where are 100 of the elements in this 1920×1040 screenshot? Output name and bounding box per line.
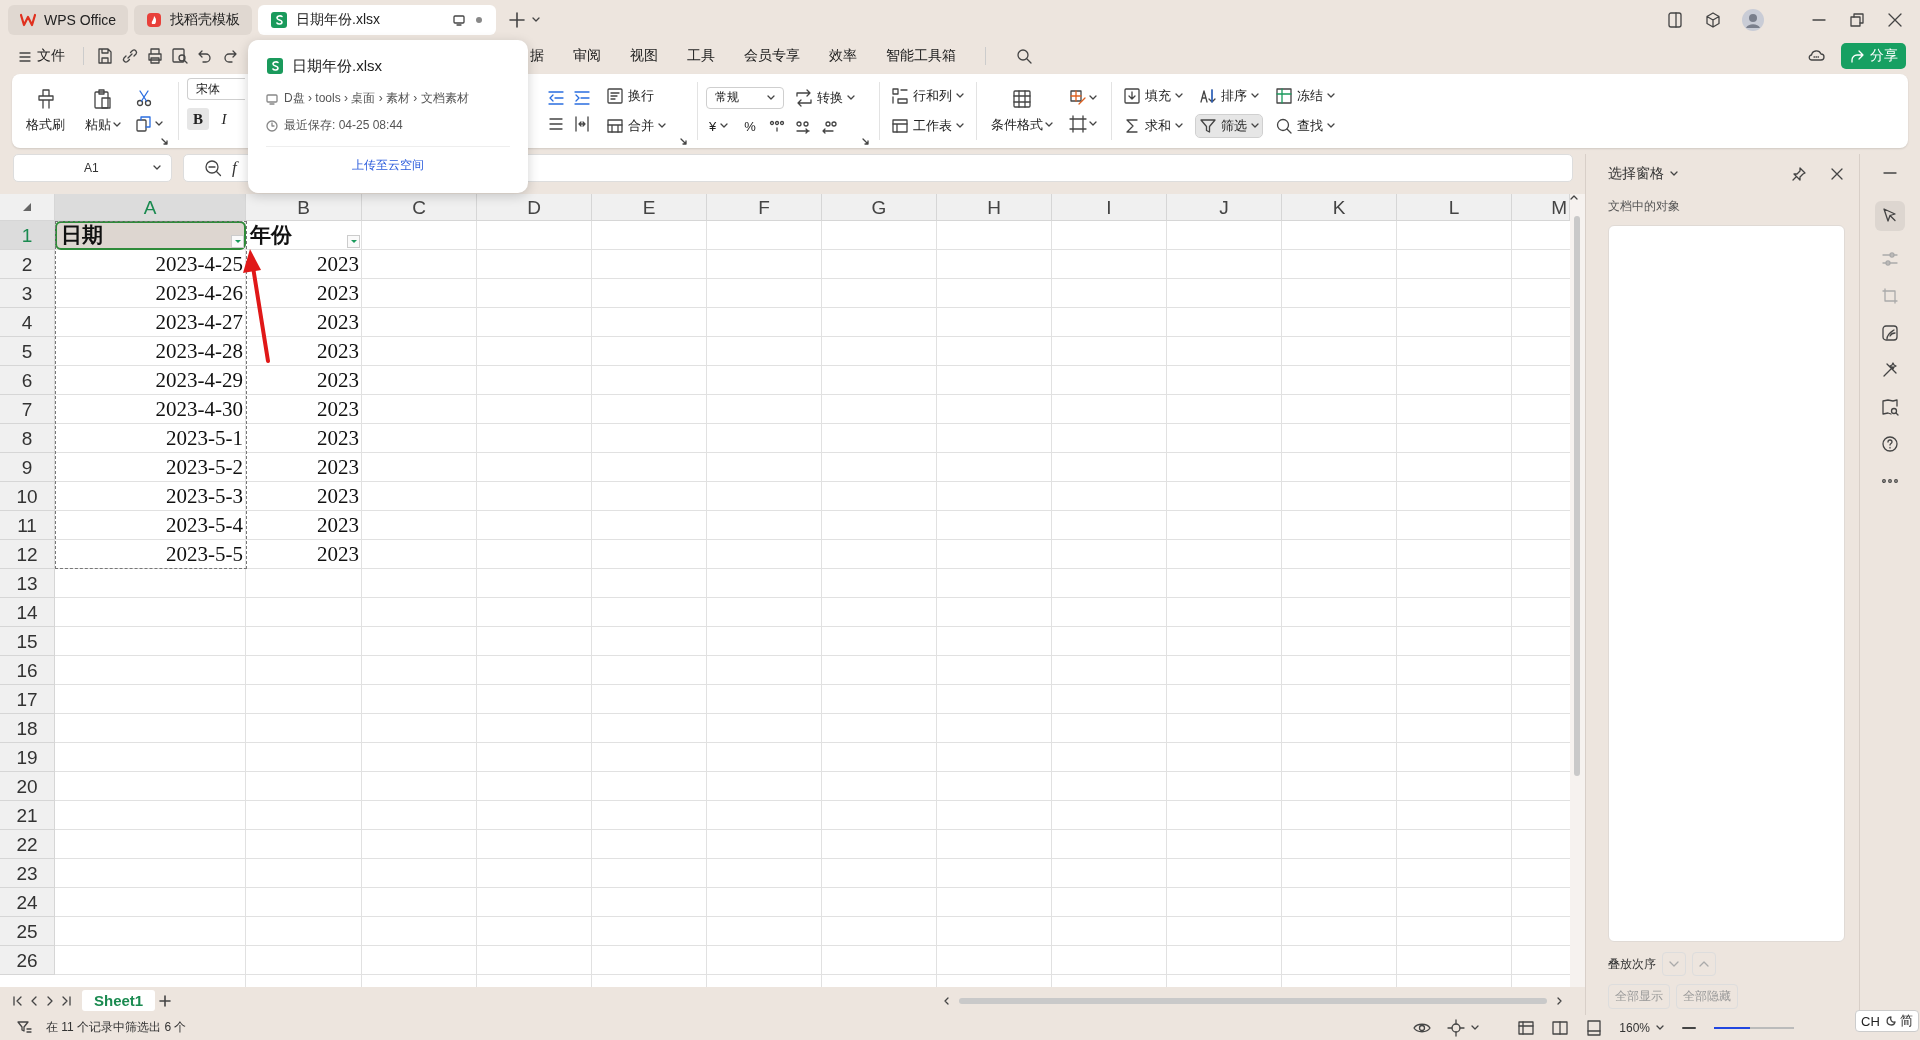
pane-title[interactable]: 选择窗格 xyxy=(1608,165,1664,183)
column-header[interactable]: F xyxy=(707,194,822,221)
normal-view-icon[interactable] xyxy=(1517,1018,1536,1037)
horizontal-scrollbar[interactable] xyxy=(943,995,1563,1006)
column-header[interactable]: B xyxy=(246,194,362,221)
row-header[interactable]: 2 xyxy=(0,250,55,279)
link-icon[interactable] xyxy=(121,47,139,65)
last-sheet-icon[interactable] xyxy=(60,994,72,1007)
add-sheet-icon[interactable] xyxy=(159,994,172,1007)
conditional-format-button[interactable]: 条件格式 xyxy=(985,84,1059,138)
caret-icon[interactable] xyxy=(1471,1023,1480,1032)
save-icon[interactable] xyxy=(96,47,114,65)
caret-icon[interactable] xyxy=(1089,120,1097,128)
decimal-decrease-icon[interactable] xyxy=(820,118,837,134)
row-header[interactable]: 9 xyxy=(0,453,55,482)
ribbon-button[interactable]: 工作表 xyxy=(888,115,967,137)
column-header[interactable]: C xyxy=(362,194,477,221)
caret-icon[interactable] xyxy=(532,16,541,24)
zoom-dropdown[interactable]: 160% xyxy=(1619,1020,1664,1035)
close-icon[interactable] xyxy=(1829,166,1845,182)
row-header[interactable]: 8 xyxy=(0,424,55,453)
row-header[interactable]: 26 xyxy=(0,946,55,975)
caret-icon[interactable] xyxy=(1175,92,1183,100)
menu-tab[interactable]: 效率 xyxy=(829,44,857,68)
menu-tab[interactable]: 视图 xyxy=(630,44,658,68)
indent-icon[interactable] xyxy=(573,89,591,107)
column-header[interactable]: I xyxy=(1052,194,1167,221)
row-header[interactable]: 16 xyxy=(0,656,55,685)
copy-icon[interactable] xyxy=(135,115,153,133)
menu-tab[interactable]: 工具 xyxy=(687,44,715,68)
page-layout-view-icon[interactable] xyxy=(1551,1018,1570,1037)
caret-icon[interactable] xyxy=(113,121,121,129)
column-header[interactable]: M xyxy=(1512,194,1570,221)
ribbon-button[interactable]: 冻结 xyxy=(1272,85,1338,107)
scissors-icon[interactable] xyxy=(135,89,153,107)
ribbon-button[interactable]: 填充 xyxy=(1120,85,1186,107)
menu-tab[interactable]: 据 xyxy=(530,44,544,68)
cube-icon[interactable] xyxy=(1704,11,1722,29)
caret-icon[interactable] xyxy=(767,93,775,102)
border-icon[interactable] xyxy=(1069,115,1087,133)
format-painter-button[interactable]: 格式刷 xyxy=(20,84,71,138)
file-tab[interactable]: 日期年份.xlsx xyxy=(258,5,497,35)
row-header[interactable]: 3 xyxy=(0,279,55,308)
file-menu[interactable]: 文件 xyxy=(14,44,69,68)
row-header[interactable]: 23 xyxy=(0,859,55,888)
caret-icon[interactable] xyxy=(1327,92,1335,100)
row-header[interactable]: 5 xyxy=(0,337,55,366)
caret-icon[interactable] xyxy=(956,122,964,130)
dialog-launcher-icon[interactable] xyxy=(680,138,687,145)
row-header[interactable]: 24 xyxy=(0,888,55,917)
ribbon-button[interactable]: 合并 xyxy=(603,115,669,137)
paste-button[interactable]: 粘贴 xyxy=(79,84,127,138)
cell-style-icon[interactable] xyxy=(1069,89,1087,107)
avatar[interactable] xyxy=(1742,9,1764,31)
row-header[interactable]: 25 xyxy=(0,917,55,946)
column-header[interactable]: J xyxy=(1167,194,1282,221)
plus-icon[interactable] xyxy=(508,11,527,29)
row-header[interactable]: 18 xyxy=(0,714,55,743)
align-justify-icon[interactable] xyxy=(547,115,565,133)
caret-icon[interactable] xyxy=(1089,94,1097,102)
ribbon-button[interactable]: 查找 xyxy=(1272,115,1338,137)
sheet-tab[interactable]: Sheet1 xyxy=(82,990,156,1011)
ime-mode[interactable]: 简 xyxy=(1899,1012,1913,1030)
filter-dropdown-button[interactable] xyxy=(347,235,360,248)
column-header[interactable]: E xyxy=(592,194,707,221)
column-header[interactable]: D xyxy=(477,194,592,221)
row-header[interactable]: 19 xyxy=(0,743,55,772)
row-header[interactable]: 7 xyxy=(0,395,55,424)
caret-icon[interactable] xyxy=(956,92,964,100)
scroll-right-icon[interactable] xyxy=(1555,996,1563,1005)
caret-icon[interactable] xyxy=(153,164,161,172)
caret-icon[interactable] xyxy=(1656,1023,1664,1032)
column-header[interactable]: L xyxy=(1397,194,1512,221)
caret-icon[interactable] xyxy=(1251,122,1259,130)
vertical-scrollbar[interactable] xyxy=(1570,194,1585,987)
scroll-left-icon[interactable] xyxy=(943,996,951,1005)
row-header[interactable]: 10 xyxy=(0,482,55,511)
row-header[interactable]: 6 xyxy=(0,366,55,395)
tools-icon[interactable] xyxy=(1881,361,1899,379)
print-preview-icon[interactable] xyxy=(171,47,189,65)
caret-icon[interactable] xyxy=(1251,92,1259,100)
upload-link[interactable]: 上传至云空间 xyxy=(352,157,424,174)
target-icon[interactable] xyxy=(1447,1018,1466,1037)
zoom-slider[interactable] xyxy=(1714,1026,1794,1029)
decimal-increase-icon[interactable] xyxy=(794,118,811,134)
page-break-view-icon[interactable] xyxy=(1585,1018,1604,1037)
row-header[interactable]: 22 xyxy=(0,830,55,859)
ribbon-button[interactable]: 排序 xyxy=(1196,85,1262,107)
row-header[interactable]: 20 xyxy=(0,772,55,801)
ime-language[interactable]: CH xyxy=(1861,1013,1880,1029)
dialog-launcher-icon[interactable] xyxy=(161,138,168,145)
menu-tab[interactable]: 审阅 xyxy=(573,44,601,68)
close-icon[interactable] xyxy=(1886,11,1904,29)
row-header[interactable]: 13 xyxy=(0,569,55,598)
tablet-icon[interactable] xyxy=(1666,11,1684,29)
ribbon-button[interactable]: 筛选 xyxy=(1196,115,1262,137)
sliders-icon[interactable] xyxy=(1881,250,1899,268)
help-icon[interactable] xyxy=(1881,435,1899,453)
row-header[interactable]: 14 xyxy=(0,598,55,627)
print-icon[interactable] xyxy=(146,47,164,65)
